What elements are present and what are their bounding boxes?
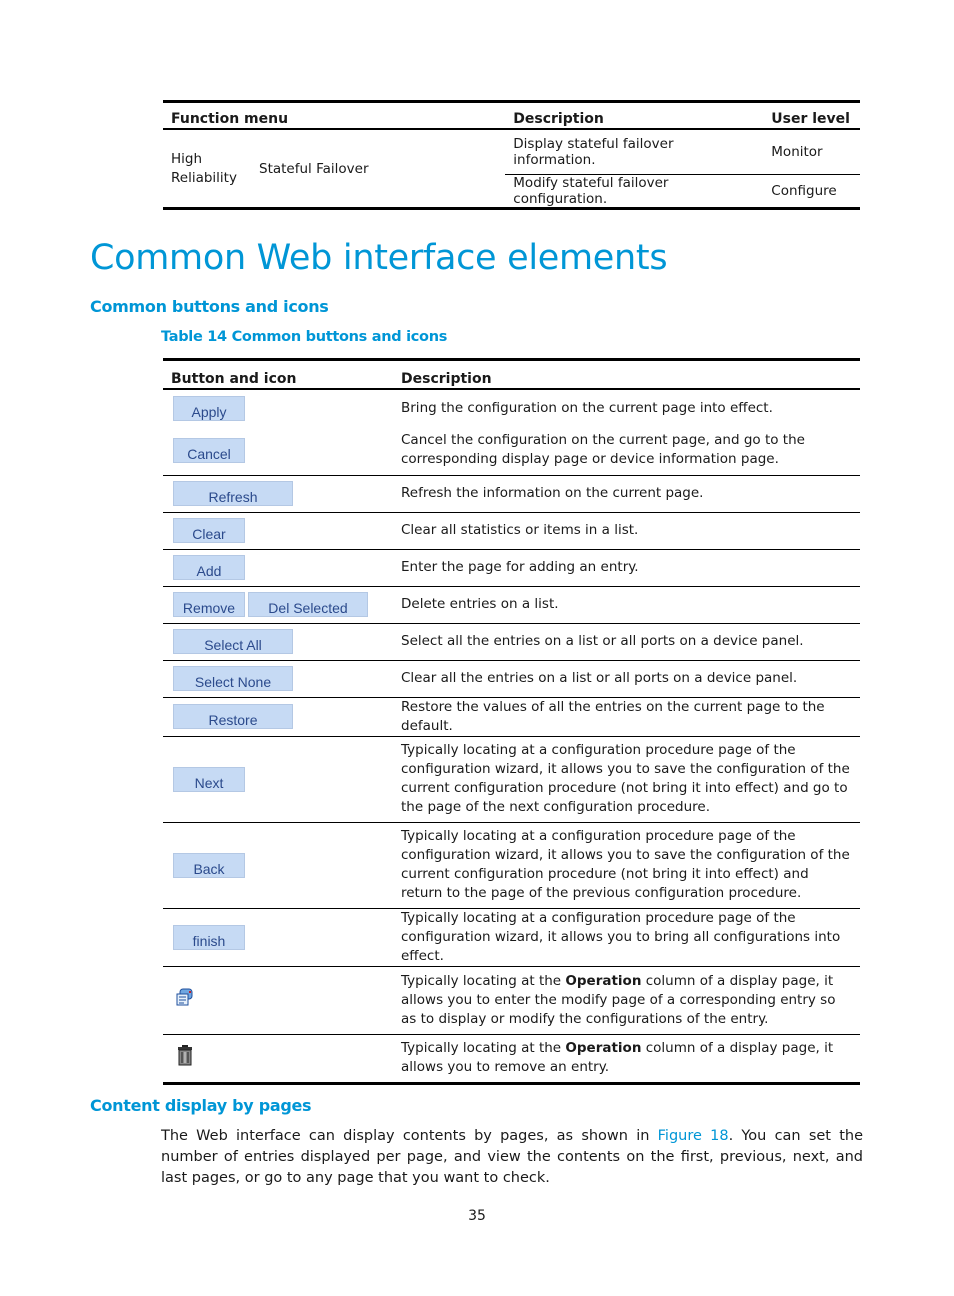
function-menu-table: Function menu Description User level Hig… — [163, 100, 860, 210]
description-cell: Typically locating at a configuration pr… — [393, 907, 860, 966]
figure-link[interactable]: Figure 18 — [658, 1128, 729, 1144]
button-cell: Next — [163, 735, 393, 822]
button-cell: Select None — [163, 659, 393, 697]
row-description: Modify stateful failover configuration. — [505, 174, 764, 209]
button-cell: Restore — [163, 696, 393, 736]
add-button[interactable]: Add — [173, 555, 245, 580]
button-cell: Refresh — [163, 474, 393, 512]
table-row: Select All Select all the entries on a li… — [163, 622, 860, 660]
select-none-button[interactable]: Select None — [173, 666, 293, 691]
table-row: Typically locating at the Operation colu… — [163, 1033, 860, 1083]
cancel-button[interactable]: Cancel — [173, 437, 245, 463]
subsection-title-buttons: Common buttons and icons — [90, 297, 329, 316]
del-selected-button[interactable]: Del Selected — [248, 592, 368, 617]
description-cell: Clear all statistics or items in a list. — [393, 511, 860, 549]
description-cell: Typically locating at a configuration pr… — [393, 735, 860, 822]
paragraph: The Web interface can display contents b… — [161, 1126, 863, 1189]
row-user-level: Configure — [763, 174, 860, 209]
operation-label: Operation — [565, 972, 642, 989]
row-description: Display stateful failover information. — [513, 136, 674, 168]
table-row: Back Typically locating at a configuratio… — [163, 821, 860, 908]
select-all-button[interactable]: Select All — [173, 629, 293, 654]
row-user-level: Monitor — [771, 144, 823, 160]
remove-button[interactable]: Remove — [173, 592, 245, 617]
paragraph-text: The Web interface can display contents b… — [161, 1128, 658, 1144]
next-button[interactable]: Next — [173, 766, 245, 792]
button-cell: Apply — [163, 388, 393, 426]
description-cell: Typically locating at the Operation colu… — [393, 1033, 860, 1083]
operation-label: Operation — [565, 1040, 642, 1056]
header-description: Description — [505, 101, 764, 130]
description-text: Typically locating at the — [401, 972, 566, 989]
description-cell: Bring the configuration on the current p… — [393, 388, 860, 426]
button-cell: finish — [163, 907, 393, 966]
description-cell: Delete entries on a list. — [393, 585, 860, 623]
button-cell: Clear — [163, 511, 393, 549]
description-cell: Select all the entries on a list or all … — [393, 622, 860, 660]
apply-button[interactable]: Apply — [173, 395, 245, 421]
back-button[interactable]: Back — [173, 852, 245, 878]
clear-button[interactable]: Clear — [173, 518, 245, 543]
group-cell: High Reliability — [163, 129, 251, 209]
description-cell: Typically locating at the Operation colu… — [393, 965, 860, 1034]
modify-icon[interactable] — [175, 987, 195, 1013]
description-text: Typically locating at the — [401, 1040, 566, 1056]
function-cell: Stateful Failover — [259, 160, 369, 177]
finish-button[interactable]: finish — [173, 924, 245, 950]
refresh-button[interactable]: Refresh — [173, 481, 293, 506]
description-cell: Restore the values of all the entries on… — [393, 696, 860, 736]
table-row: finish Typically locating at a configurat… — [163, 907, 860, 966]
header-description: Description — [393, 359, 860, 390]
description-cell: Typically locating at a configuration pr… — [393, 821, 860, 908]
button-cell — [163, 965, 393, 1034]
table-row: Restore Restore the values of all the ent… — [163, 696, 860, 736]
page-number: 35 — [468, 1208, 486, 1224]
button-cell — [163, 1033, 393, 1083]
description-cell: Refresh the information on the current p… — [393, 474, 860, 512]
header-button-and-icon: Button and icon — [163, 359, 393, 390]
button-cell: Remove Del Selected — [163, 585, 393, 623]
button-cell: Back — [163, 821, 393, 908]
button-cell: Add — [163, 548, 393, 586]
header-function-menu: Function menu — [163, 101, 506, 130]
header-user-level: User level — [763, 101, 860, 130]
subsection-title-pages: Content display by pages — [90, 1096, 312, 1115]
table-row: Apply Bring the configuration on the curr… — [163, 388, 860, 426]
group-label: High Reliability — [171, 150, 237, 186]
buttons-icons-table: Button and icon Description Apply Bring t… — [163, 358, 860, 1085]
description-cell: Enter the page for adding an entry. — [393, 548, 860, 586]
table-row: Typically locating at the Operation colu… — [163, 965, 860, 1034]
table-row: Refresh Refresh the information on the cu… — [163, 474, 860, 512]
button-cell: Select All — [163, 622, 393, 660]
table-row: Next Typically locating at a configuratio… — [163, 735, 860, 822]
restore-button[interactable]: Restore — [173, 704, 293, 729]
table-row: Add Enter the page for adding an entry. — [163, 548, 860, 586]
description-cell: Clear all the entries on a list or all p… — [393, 659, 860, 697]
description-cell: Cancel the configuration on the current … — [401, 432, 805, 468]
table-row: Cancel Cancel the configuration on the cu… — [163, 426, 860, 475]
trash-icon[interactable] — [177, 1044, 193, 1072]
table-caption: Table 14 Common buttons and icons — [161, 329, 448, 345]
table-row: Clear Clear all statistics or items in a … — [163, 511, 860, 549]
table-row: Select None Clear all the entries on a li… — [163, 659, 860, 697]
section-title: Common Web interface elements — [90, 238, 668, 278]
button-cell: Cancel — [163, 426, 393, 475]
table-row: Remove Del Selected Delete entries on a li… — [163, 585, 860, 623]
